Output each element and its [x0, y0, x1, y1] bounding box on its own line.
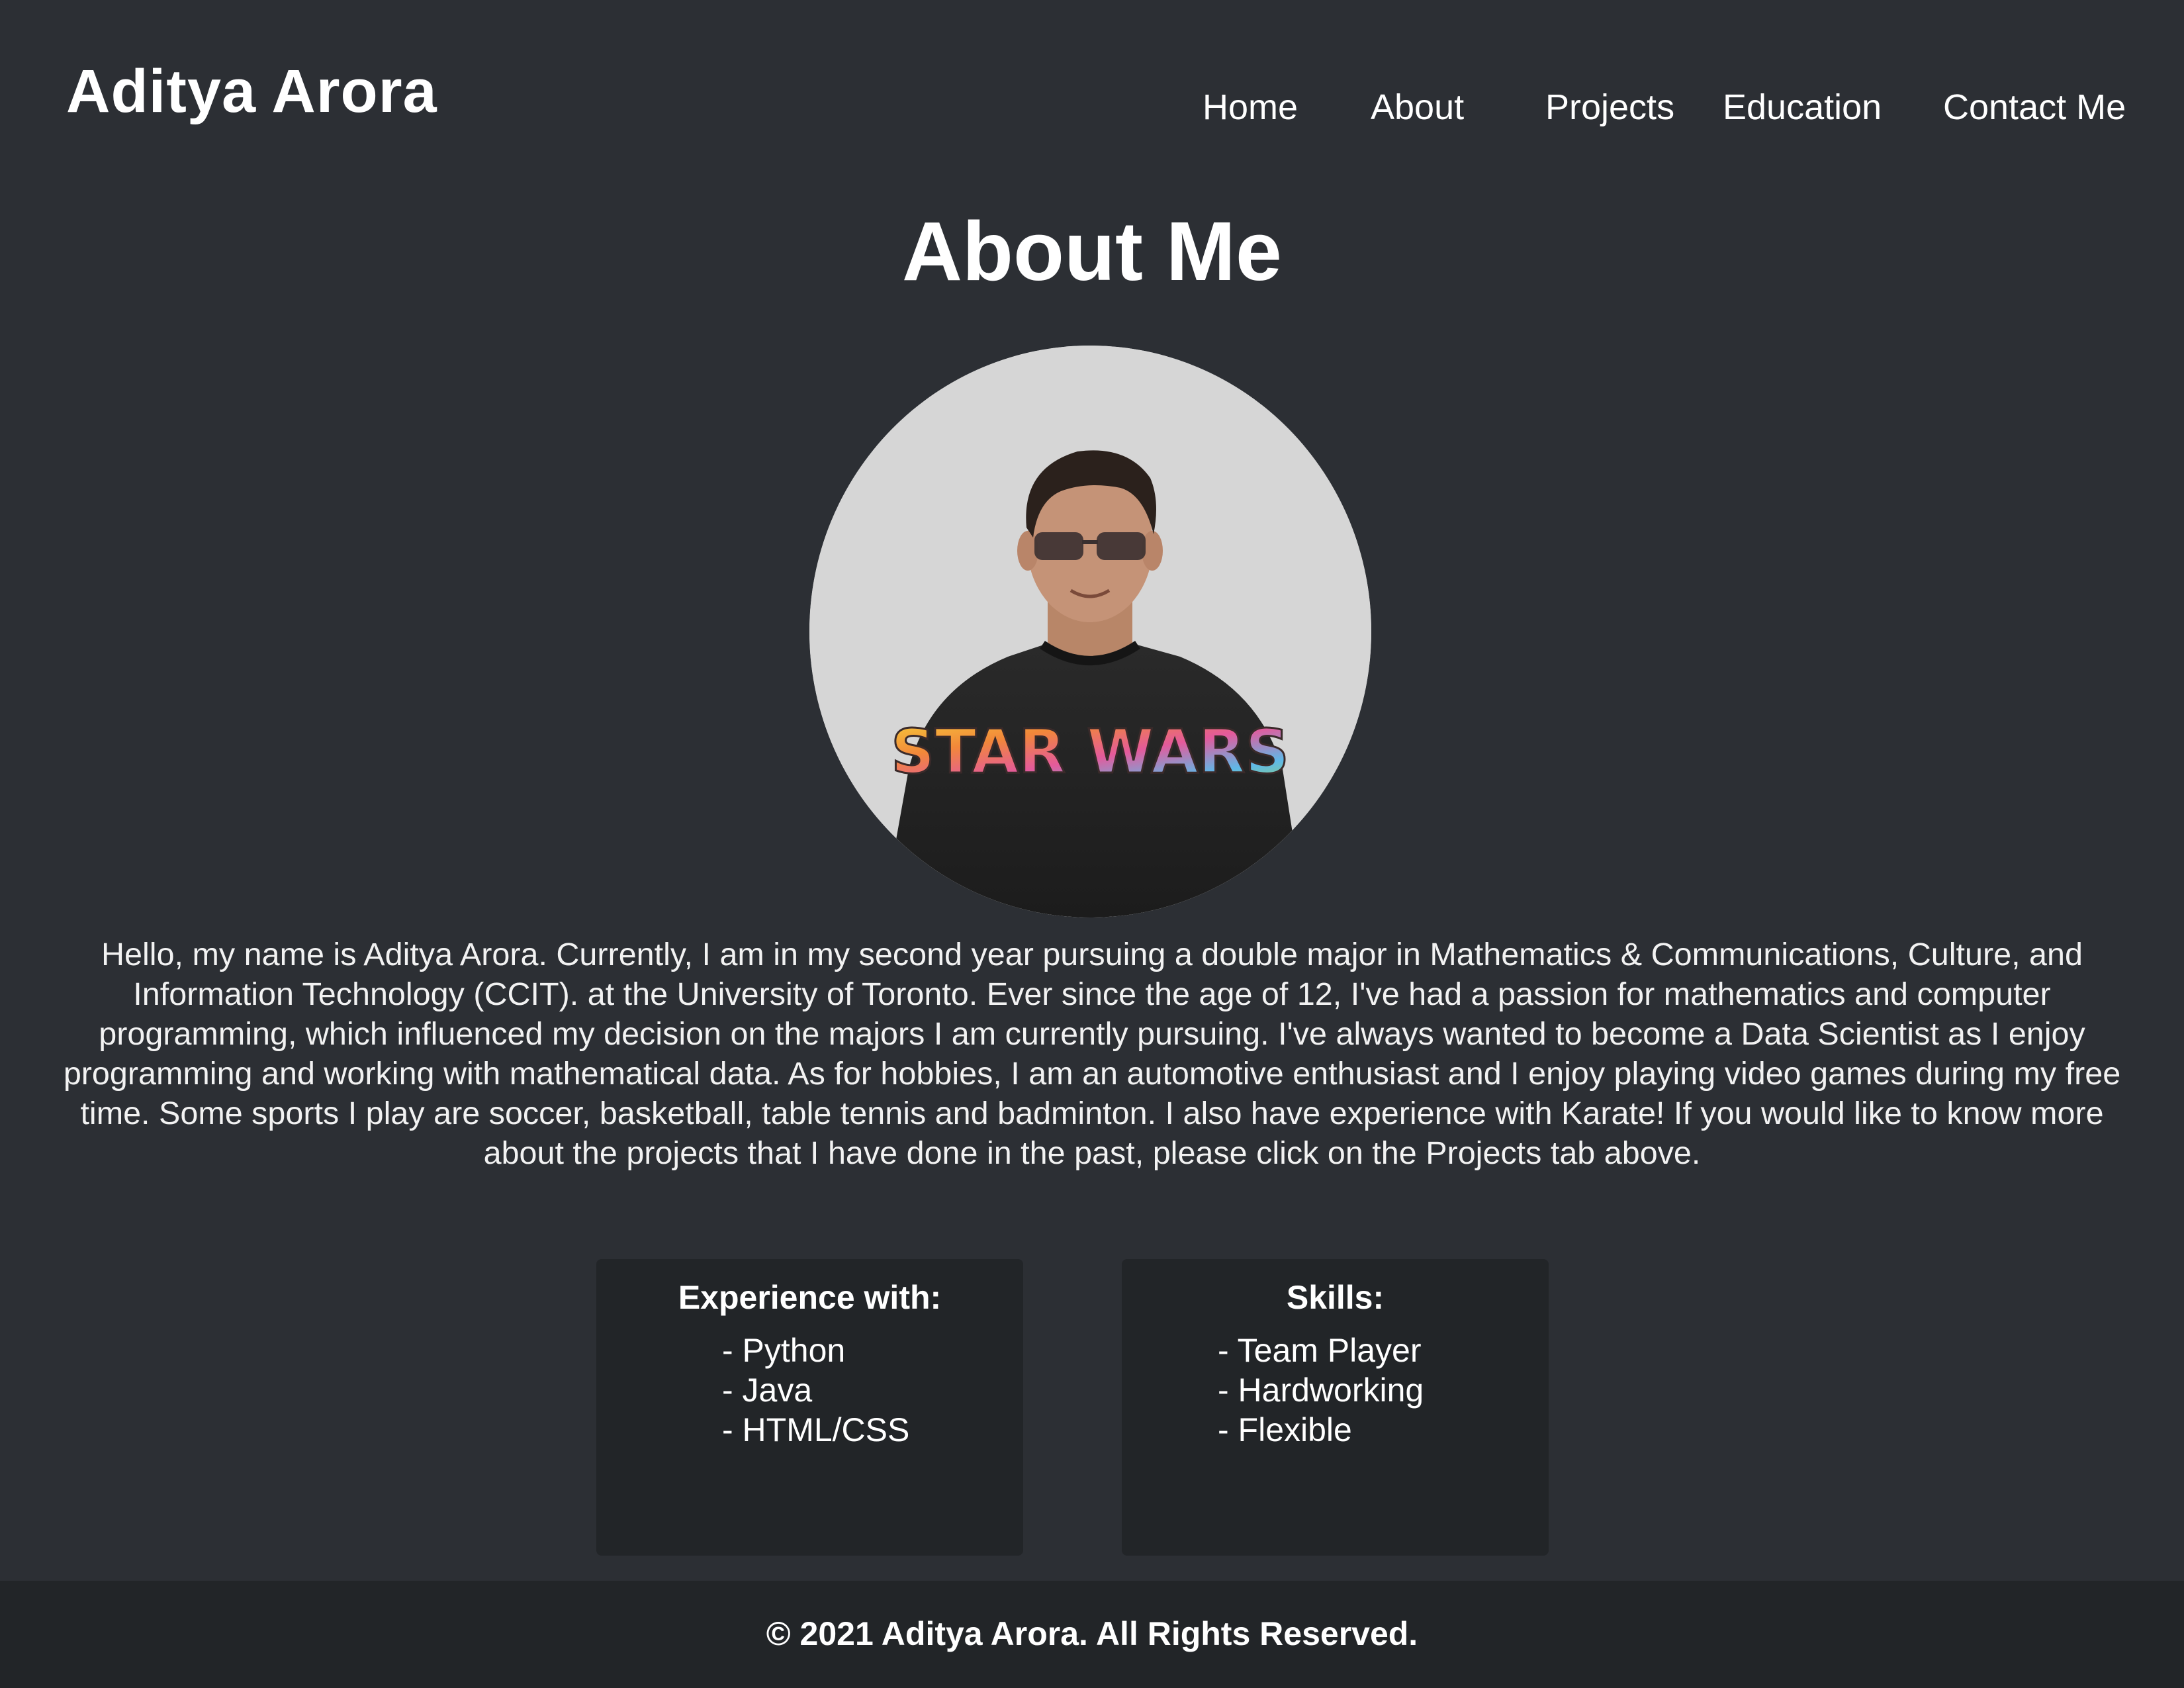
skills-item: - Hardworking	[1218, 1372, 1424, 1409]
skills-title: Skills:	[1286, 1279, 1385, 1316]
shirt-logo-text: STAR WARS	[891, 716, 1289, 787]
experience-card: Experience with: - Python - Java - HTML/…	[596, 1259, 1023, 1556]
skills-card: Skills: - Team Player - Hardworking - Fl…	[1122, 1259, 1549, 1556]
nav-home-link[interactable]: Home	[1203, 81, 1298, 134]
nav-about-link[interactable]: About	[1371, 81, 1464, 134]
experience-list: - Python - Java - HTML/CSS	[596, 1331, 1023, 1450]
copyright-text: © 2021 Aditya Arora. All Rights Reserved…	[766, 1615, 1418, 1652]
experience-title: Experience with:	[678, 1279, 942, 1316]
nav-education-link[interactable]: Education	[1723, 81, 1882, 134]
main-nav: Home About Projects Education Contact Me	[0, 81, 2184, 134]
skills-list: - Team Player - Hardworking - Flexible	[1122, 1331, 1549, 1450]
experience-item: - Python	[722, 1332, 846, 1369]
experience-item: - HTML/CSS	[722, 1411, 910, 1448]
nav-contact-link[interactable]: Contact Me	[1943, 81, 2126, 134]
skills-item: - Flexible	[1218, 1411, 1352, 1448]
profile-photo: STAR WARS	[809, 346, 1371, 917]
nav-projects-link[interactable]: Projects	[1545, 81, 1674, 134]
skills-item: - Team Player	[1218, 1332, 1422, 1369]
experience-item: - Java	[722, 1372, 813, 1409]
footer: © 2021 Aditya Arora. All Rights Reserved…	[0, 1581, 2184, 1688]
page-title: About Me	[902, 205, 1282, 298]
profile-photo-drawing: STAR WARS	[809, 346, 1371, 917]
bio-paragraph: Hello, my name is Aditya Arora. Currentl…	[63, 937, 2121, 1171]
